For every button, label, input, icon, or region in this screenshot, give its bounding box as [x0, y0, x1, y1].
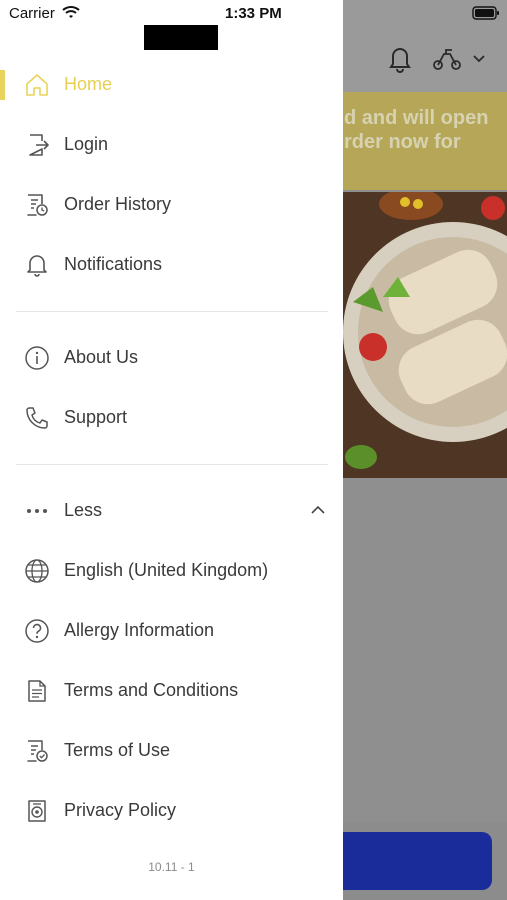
menu-item-label: About Us [64, 347, 139, 367]
menu-item-label: Allergy Information [64, 620, 215, 640]
background-chevron-down-icon [473, 55, 485, 63]
menu-divider [16, 464, 328, 465]
menu-item-about-us[interactable]: About Us [0, 329, 343, 389]
background-scooter-icon [433, 49, 461, 70]
login-icon [29, 134, 49, 156]
menu-item-notifications[interactable]: Notifications [0, 236, 343, 296]
status-time: 1:33 PM [225, 5, 282, 22]
menu-item-terms-and-conditions[interactable]: Terms and Conditions [0, 662, 343, 722]
navigation-drawer: Home Login Order History Notifications A… [0, 0, 343, 900]
home-icon [26, 74, 48, 96]
menu-item-privacy-policy[interactable]: Privacy Policy [0, 782, 343, 842]
more-dots-icon [27, 509, 47, 513]
app-version: 10.11 - 1 [148, 860, 195, 874]
menu-item-allergy-information[interactable]: Allergy Information [0, 602, 343, 662]
background-food-image [343, 192, 507, 478]
question-icon [25, 619, 49, 643]
status-bar: Carrier 1:33 PM [0, 0, 507, 28]
menu-item-label: Support [64, 407, 128, 427]
background-banner-text: d and will open rder now for [344, 107, 489, 153]
menu-item-label: Less [64, 500, 103, 520]
menu-item-label: English (United Kingdom) [64, 560, 269, 580]
battery-icon [472, 6, 499, 20]
document-check-icon [27, 740, 48, 762]
menu-item-label: Notifications [64, 254, 163, 274]
menu-item-label: Terms and Conditions [64, 680, 239, 700]
bell-icon [27, 255, 47, 277]
carrier-label: Carrier [9, 5, 55, 22]
background-bell-icon [389, 48, 411, 73]
menu-item-less[interactable]: Less [0, 482, 343, 542]
privacy-icon [28, 800, 46, 822]
background-cta-button [320, 832, 492, 890]
globe-icon [25, 559, 49, 583]
menu-item-language[interactable]: English (United Kingdom) [0, 542, 343, 602]
menu-item-label: Terms of Use [64, 740, 171, 760]
menu-item-login[interactable]: Login [0, 116, 343, 176]
menu-item-order-history[interactable]: Order History [0, 176, 343, 236]
chevron-up-icon[interactable] [310, 504, 326, 516]
info-icon [25, 346, 49, 370]
menu-item-terms-of-use[interactable]: Terms of Use [0, 722, 343, 782]
order-history-icon [27, 194, 48, 216]
menu-item-label: Login [64, 134, 109, 154]
menu-item-label: Privacy Policy [64, 800, 177, 820]
menu-item-label: Order History [64, 194, 172, 214]
menu-item-label: Home [64, 74, 113, 94]
document-icon [28, 680, 46, 702]
wifi-icon [62, 6, 80, 18]
menu-divider [16, 311, 328, 312]
phone-icon [26, 407, 48, 429]
redacted-block [144, 25, 218, 50]
menu-item-support[interactable]: Support [0, 389, 343, 449]
menu-item-home[interactable]: Home [0, 56, 343, 116]
